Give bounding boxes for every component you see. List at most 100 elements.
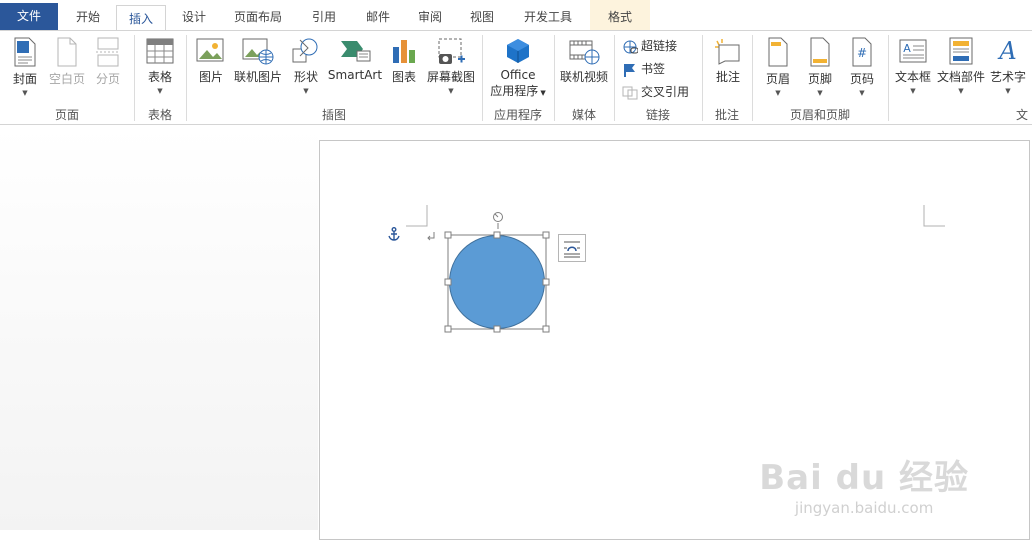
footer-icon bbox=[810, 37, 830, 67]
blank-page-label: 空白页 bbox=[48, 72, 85, 86]
svg-text:A: A bbox=[997, 37, 1016, 65]
wordart-button[interactable]: A 艺术字 ▼ bbox=[988, 37, 1028, 95]
office-apps-label-line1: Office bbox=[500, 68, 536, 82]
header-button[interactable]: 页眉 ▼ bbox=[758, 37, 798, 97]
tab-layout[interactable]: 页面布局 bbox=[224, 4, 292, 30]
group-label-header-footer: 页眉和页脚 bbox=[789, 108, 850, 122]
hyperlink-icon bbox=[623, 40, 639, 53]
group-label-illustrations: 插图 bbox=[321, 108, 346, 122]
rotate-handle-icon[interactable] bbox=[493, 212, 503, 230]
group-label-apps: 应用程序 bbox=[493, 108, 542, 122]
footer-label: 页脚 bbox=[807, 72, 832, 86]
office-apps-label-text: 应用程序 bbox=[490, 84, 539, 98]
tab-home[interactable]: 开始 bbox=[64, 4, 112, 30]
office-apps-button[interactable]: Office 应用程序 ▼ bbox=[486, 37, 550, 99]
quick-parts-icon bbox=[949, 37, 973, 65]
baidu-watermark: Bai du 经验 jingyan.baidu.com bbox=[759, 450, 969, 517]
screenshot-button[interactable]: 屏幕截图 ▼ bbox=[424, 37, 478, 95]
online-picture-button[interactable]: 联机图片 bbox=[232, 37, 284, 85]
tab-file[interactable]: 文件 bbox=[0, 3, 58, 30]
online-picture-label: 联机图片 bbox=[233, 70, 282, 84]
comment-label: 批注 bbox=[715, 70, 740, 84]
comment-icon bbox=[715, 39, 740, 65]
smartart-button[interactable]: SmartArt bbox=[326, 37, 384, 82]
online-video-button[interactable]: 联机视频 bbox=[558, 37, 610, 85]
svg-text:A: A bbox=[903, 42, 911, 55]
screenshot-dropdown-arrow: ▼ bbox=[448, 87, 454, 95]
online-picture-icon bbox=[242, 38, 274, 65]
comment-button[interactable]: 批注 bbox=[708, 37, 748, 85]
office-apps-label-line2: 应用程序 ▼ bbox=[486, 82, 550, 99]
tab-insert[interactable]: 插入 bbox=[116, 5, 166, 31]
layout-options-button[interactable] bbox=[558, 234, 586, 262]
cover-label: 封面 bbox=[12, 72, 37, 86]
cross-reference-icon bbox=[622, 86, 638, 99]
table-dropdown-arrow: ▼ bbox=[157, 87, 163, 95]
screenshot-icon bbox=[438, 38, 465, 64]
blank-page-icon bbox=[57, 37, 77, 67]
left-margin-area bbox=[0, 126, 318, 530]
page-number-label: 页码 bbox=[849, 72, 874, 86]
tab-references[interactable]: 引用 bbox=[300, 4, 348, 30]
table-label: 表格 bbox=[147, 70, 172, 84]
table-button[interactable]: 表格 ▼ bbox=[140, 37, 180, 95]
cross-reference-button[interactable]: 交叉引用 bbox=[622, 83, 689, 100]
tab-mailings[interactable]: 邮件 bbox=[354, 4, 402, 30]
header-icon bbox=[768, 37, 788, 67]
bookmark-button[interactable]: 书签 bbox=[622, 60, 665, 77]
table-icon bbox=[146, 38, 174, 64]
wordart-dropdown-arrow: ▼ bbox=[1005, 87, 1011, 95]
textbox-dropdown-arrow: ▼ bbox=[910, 87, 916, 95]
tab-view[interactable]: 视图 bbox=[458, 4, 506, 30]
screenshot-label: 屏幕截图 bbox=[426, 70, 475, 84]
smartart-label: SmartArt bbox=[327, 68, 383, 82]
shapes-button[interactable]: 形状 ▼ bbox=[288, 37, 324, 95]
circle-fill bbox=[449, 235, 545, 329]
group-label-pages: 页面 bbox=[54, 108, 79, 122]
page-break-label: 分页 bbox=[95, 72, 120, 86]
selected-circle-shape[interactable] bbox=[443, 209, 553, 335]
chart-button[interactable]: 图表 bbox=[386, 37, 422, 85]
office-apps-dropdown-arrow: ▼ bbox=[538, 89, 546, 97]
quick-parts-button[interactable]: 文档部件 ▼ bbox=[936, 37, 986, 95]
textbox-button[interactable]: A 文本框 ▼ bbox=[892, 37, 934, 95]
quick-parts-label: 文档部件 bbox=[936, 70, 985, 84]
shapes-dropdown-arrow: ▼ bbox=[303, 87, 309, 95]
group-label-tables: 表格 bbox=[147, 108, 172, 122]
hyperlink-button[interactable]: 超链接 bbox=[622, 37, 677, 54]
picture-icon bbox=[196, 38, 224, 62]
cover-dropdown-arrow: ▼ bbox=[22, 89, 28, 97]
paragraph-mark-icon bbox=[427, 232, 435, 241]
page-number-icon: # bbox=[852, 37, 872, 67]
header-dropdown-arrow: ▼ bbox=[775, 89, 781, 97]
wordart-icon: A bbox=[997, 37, 1016, 65]
textbox-icon: A bbox=[899, 39, 927, 63]
watermark-main-text: Bai du 经验 bbox=[759, 458, 969, 498]
textbox-label: 文本框 bbox=[894, 70, 931, 84]
layout-options-icon bbox=[564, 241, 580, 258]
page-number-dropdown-arrow: ▼ bbox=[859, 89, 865, 97]
group-label-links: 链接 bbox=[645, 108, 670, 122]
cover-button[interactable]: 封面 ▼ bbox=[6, 37, 44, 97]
document-page[interactable]: Bai du 经验 jingyan.baidu.com bbox=[319, 140, 1030, 540]
picture-button[interactable]: 图片 bbox=[192, 37, 230, 85]
chart-icon bbox=[393, 40, 415, 63]
online-video-label: 联机视频 bbox=[559, 70, 608, 84]
margin-corner-mark-right bbox=[923, 205, 945, 227]
ribbon-insert: 封面 ▼ 空白页 分页 页面 表格 ▼ 表格 图片 联机图片 形状 ▼ Smar… bbox=[0, 30, 1032, 125]
page-break-button[interactable]: 分页 bbox=[90, 37, 126, 87]
tab-developer[interactable]: 开发工具 bbox=[512, 4, 584, 30]
office-apps-icon bbox=[507, 39, 529, 63]
page-number-button[interactable]: # 页码 ▼ bbox=[842, 37, 882, 97]
tab-design[interactable]: 设计 bbox=[170, 4, 218, 30]
wordart-label: 艺术字 bbox=[989, 70, 1026, 84]
watermark-sub-text: jingyan.baidu.com bbox=[794, 499, 934, 517]
tab-review[interactable]: 审阅 bbox=[406, 4, 454, 30]
tab-format[interactable]: 格式 bbox=[590, 4, 650, 30]
smartart-icon bbox=[341, 41, 371, 62]
group-label-media: 媒体 bbox=[571, 108, 596, 122]
shapes-icon bbox=[292, 38, 318, 63]
blank-page-button[interactable]: 空白页 bbox=[46, 37, 88, 87]
group-label-text: 文 bbox=[1016, 108, 1029, 122]
footer-button[interactable]: 页脚 ▼ bbox=[800, 37, 840, 97]
